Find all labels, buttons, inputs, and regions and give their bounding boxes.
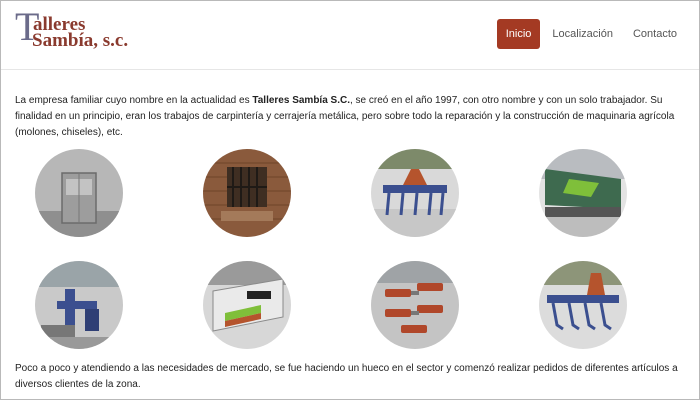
site-logo[interactable]: T alleres Sambía, s.c. — [15, 7, 145, 59]
chisel-photo[interactable] — [539, 261, 627, 349]
machine-photo[interactable] — [35, 261, 123, 349]
plough-photo[interactable] — [371, 149, 459, 237]
parts-photo[interactable] — [371, 261, 459, 349]
nav-contacto[interactable]: Contacto — [625, 20, 685, 48]
press-photo[interactable] — [539, 149, 627, 237]
intro-paragraph: La empresa familiar cuyo nombre en la ac… — [15, 93, 687, 141]
logo-line-2: Sambía, s.c. — [32, 30, 129, 51]
nav-inicio[interactable]: Inicio — [496, 19, 541, 49]
window-photo[interactable] — [203, 149, 291, 237]
photo-gallery — [1, 149, 699, 349]
nav-localizacion[interactable]: Localización — [544, 20, 621, 48]
door-photo[interactable] — [35, 149, 123, 237]
intro-prefix: La empresa familiar cuyo nombre en la ac… — [15, 95, 253, 106]
outro-paragraph: Poco a poco y atendiendo a las necesidad… — [15, 363, 678, 390]
main-nav: Inicio Localización Contacto — [493, 19, 685, 49]
site-header: T alleres Sambía, s.c. Inicio Localizaci… — [1, 1, 699, 70]
bender-photo[interactable] — [203, 261, 291, 349]
company-name: Talleres Sambía S.C. — [252, 95, 350, 106]
